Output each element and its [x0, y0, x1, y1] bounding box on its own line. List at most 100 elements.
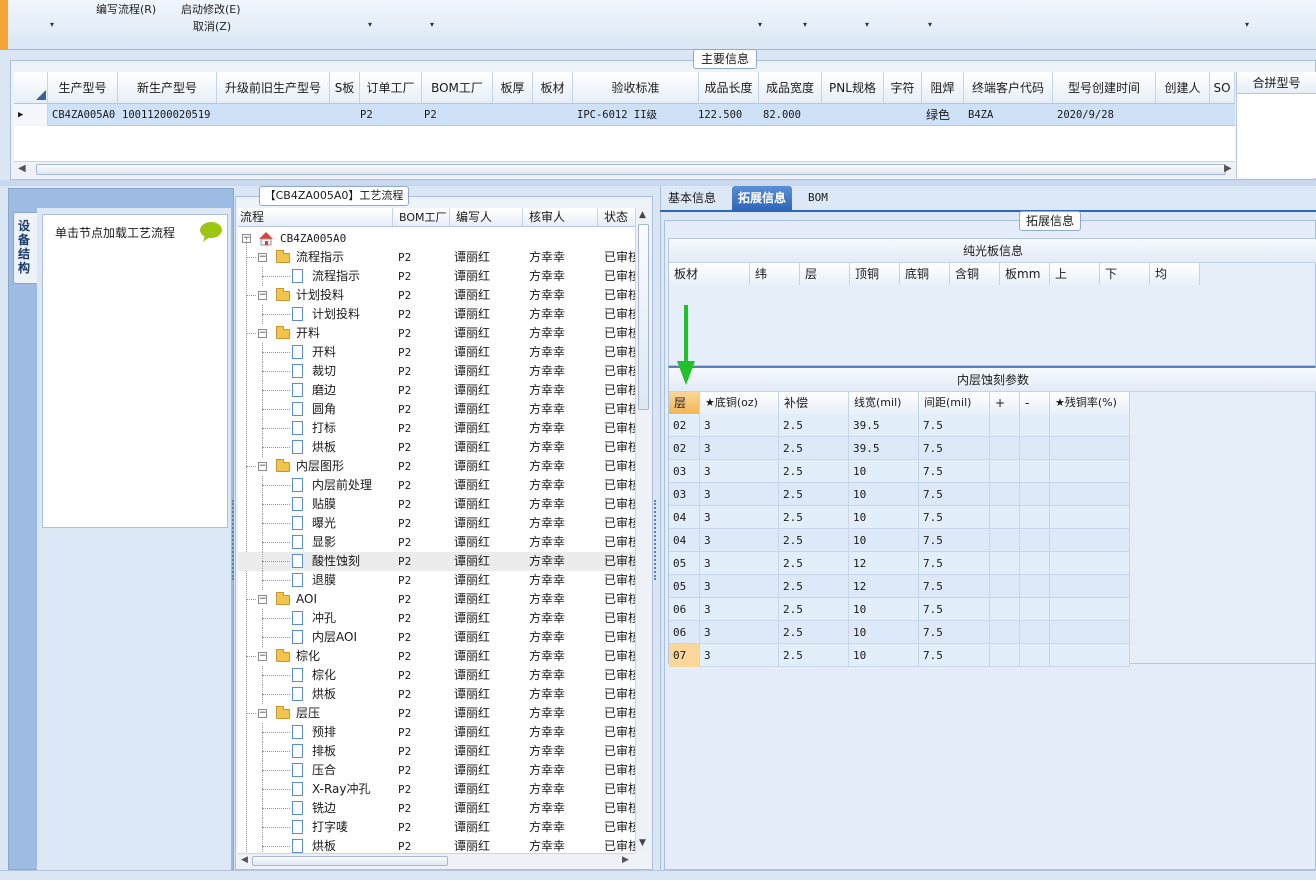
cell[interactable] — [1050, 506, 1130, 529]
cell[interactable] — [884, 104, 922, 126]
col-header[interactable]: 验收标准 — [573, 72, 699, 104]
cell[interactable] — [1020, 644, 1050, 667]
tree-root[interactable]: − CB4ZA005A0 — [238, 229, 635, 248]
dropdown-arrow-icon[interactable]: ▾ — [928, 20, 932, 29]
cell[interactable] — [990, 529, 1020, 552]
cell[interactable]: 7.5 — [919, 575, 990, 598]
tree-row[interactable]: − AOI P2 谭丽红 方幸幸 已审核 — [238, 590, 635, 609]
tree-row[interactable]: 曝光 P2 谭丽红 方幸幸 已审核 — [238, 514, 635, 533]
cell[interactable]: 3 — [700, 598, 779, 621]
cell[interactable]: 10 — [849, 506, 919, 529]
cell[interactable]: 04 — [669, 529, 700, 552]
cell[interactable]: 7.5 — [919, 483, 990, 506]
tree-row[interactable]: − 内层图形 P2 谭丽红 方幸幸 已审核 — [238, 457, 635, 476]
table-row[interactable]: 05 3 2.5 12 7.5 — [669, 552, 1130, 575]
cell[interactable] — [1020, 575, 1050, 598]
cell[interactable] — [990, 414, 1020, 437]
col-header[interactable]: 上 — [1050, 263, 1100, 285]
cell[interactable] — [990, 506, 1020, 529]
cell[interactable] — [1210, 104, 1235, 126]
cell[interactable]: 10 — [849, 621, 919, 644]
col-header[interactable]: 板材 — [669, 263, 750, 285]
cell[interactable] — [493, 104, 533, 126]
edit-flow-button[interactable]: 编写流程(R) — [96, 1, 156, 17]
dropdown-arrow-icon[interactable]: ▾ — [1245, 20, 1249, 29]
col-header[interactable]: 纬 — [750, 263, 800, 285]
col-header[interactable]: 订单工厂 — [360, 72, 422, 104]
merge-model-header[interactable]: 合拼型号 — [1237, 72, 1316, 94]
tree-row[interactable]: − 层压 P2 谭丽红 方幸幸 已审核 — [238, 704, 635, 723]
cell[interactable]: 10 — [849, 460, 919, 483]
tab-ext-info[interactable]: 拓展信息 — [732, 186, 793, 210]
tree-row[interactable]: 退膜 P2 谭丽红 方幸幸 已审核 — [238, 571, 635, 590]
cell[interactable]: 2.5 — [779, 575, 849, 598]
cell[interactable]: 3 — [700, 414, 779, 437]
cell[interactable]: 03 — [669, 483, 700, 506]
cell[interactable]: 39.5 — [849, 437, 919, 460]
cell[interactable]: 7.5 — [919, 437, 990, 460]
cell[interactable]: 2020/9/28 — [1053, 104, 1156, 126]
col-header[interactable]: BOM工厂 — [393, 208, 450, 227]
col-header[interactable]: 层 — [669, 392, 700, 414]
cell[interactable]: 82.000 — [759, 104, 822, 126]
cell[interactable]: 7.5 — [919, 414, 990, 437]
cell[interactable] — [1156, 104, 1210, 126]
tree-row[interactable]: 排板 P2 谭丽红 方幸幸 已审核 — [238, 742, 635, 761]
collapse-icon[interactable]: − — [258, 709, 267, 718]
cell[interactable] — [822, 104, 884, 126]
start-modify-button[interactable]: 启动修改(E) — [181, 1, 241, 17]
table-row[interactable]: ▶ CB4ZA005A0 10011200020519 P2 P2 IPC-60… — [14, 104, 1235, 126]
col-header[interactable]: 状态 — [598, 208, 635, 227]
cell[interactable]: 3 — [700, 483, 779, 506]
cell[interactable]: 3 — [700, 529, 779, 552]
cell[interactable]: IPC-6012 II级 — [573, 104, 699, 126]
cell[interactable]: 12 — [849, 552, 919, 575]
scroll-down-icon[interactable]: ▼ — [639, 838, 646, 848]
tree-row[interactable]: 酸性蚀刻 P2 谭丽红 方幸幸 已审核 — [238, 552, 635, 571]
col-header[interactable]: 新生产型号 — [118, 72, 217, 104]
cell[interactable]: 2.5 — [779, 621, 849, 644]
cell[interactable]: 3 — [700, 460, 779, 483]
cancel-button[interactable]: 取消(Z) — [193, 18, 231, 34]
col-header[interactable]: 层 — [800, 263, 850, 285]
col-header[interactable]: 板mm — [1000, 263, 1050, 285]
cell[interactable]: 39.5 — [849, 414, 919, 437]
col-header[interactable]: 下 — [1100, 263, 1150, 285]
scrollbar-thumb[interactable] — [252, 856, 448, 866]
table-row[interactable]: 04 3 2.5 10 7.5 — [669, 506, 1130, 529]
tree-row[interactable]: 打标 P2 谭丽红 方幸幸 已审核 — [238, 419, 635, 438]
cell[interactable] — [533, 104, 573, 126]
table-row[interactable]: 05 3 2.5 12 7.5 — [669, 575, 1130, 598]
cell[interactable] — [1050, 460, 1130, 483]
equipment-structure-tab[interactable]: 设备结构 — [13, 212, 37, 284]
tab-basic-info[interactable]: 基本信息 — [662, 186, 722, 210]
col-header[interactable]: 线宽(mil) — [849, 392, 919, 414]
tree-row[interactable]: 预排 P2 谭丽红 方幸幸 已审核 — [238, 723, 635, 742]
cell[interactable] — [1020, 414, 1050, 437]
tree-row[interactable]: 磨边 P2 谭丽红 方幸幸 已审核 — [238, 381, 635, 400]
cell[interactable]: 04 — [669, 506, 700, 529]
collapse-icon[interactable]: − — [258, 652, 267, 661]
cell[interactable]: 2.5 — [779, 414, 849, 437]
collapse-icon[interactable]: − — [258, 462, 267, 471]
cell[interactable] — [1050, 598, 1130, 621]
col-header[interactable]: S板 — [330, 72, 360, 104]
tree-row[interactable]: 开料 P2 谭丽红 方幸幸 已审核 — [238, 343, 635, 362]
cell[interactable]: 06 — [669, 598, 700, 621]
col-header[interactable]: + — [990, 392, 1020, 414]
dropdown-arrow-icon[interactable]: ▾ — [50, 20, 54, 29]
cell[interactable]: 7.5 — [919, 598, 990, 621]
col-header[interactable]: - — [1020, 392, 1050, 414]
tree-row[interactable]: 铣边 P2 谭丽红 方幸幸 已审核 — [238, 799, 635, 818]
cell[interactable]: 2.5 — [779, 437, 849, 460]
cell[interactable]: 10 — [849, 598, 919, 621]
cell[interactable]: 122.500 — [694, 104, 759, 126]
cell[interactable]: 3 — [700, 575, 779, 598]
cell[interactable]: CB4ZA005A0 — [48, 104, 118, 126]
tree-row[interactable]: 烘板 P2 谭丽红 方幸幸 已审核 — [238, 438, 635, 457]
cell[interactable]: 2.5 — [779, 506, 849, 529]
col-header[interactable]: 底铜 — [900, 263, 950, 285]
splitter-grip[interactable] — [654, 500, 658, 580]
col-header[interactable]: ★残铜率(%) — [1050, 392, 1130, 414]
col-header[interactable]: 成品长度 — [699, 72, 759, 104]
